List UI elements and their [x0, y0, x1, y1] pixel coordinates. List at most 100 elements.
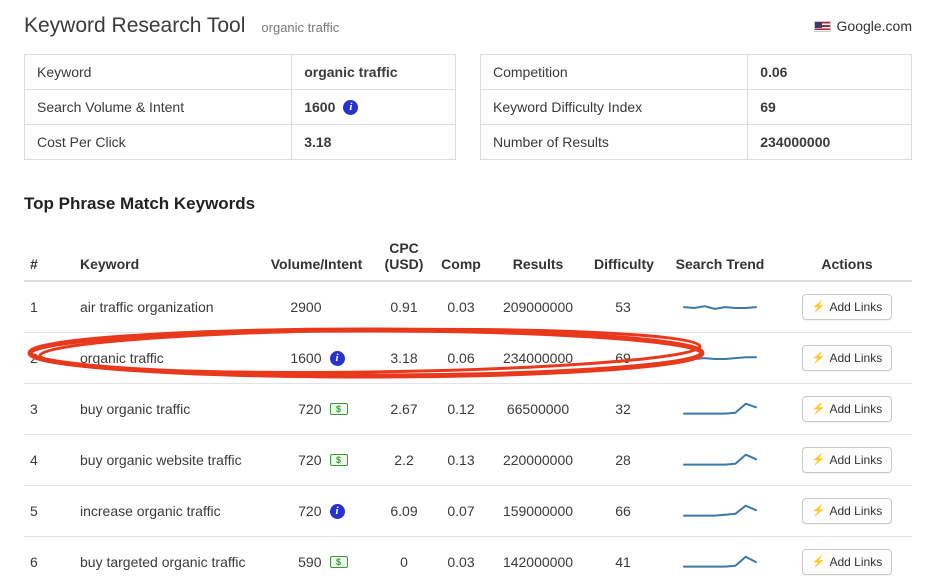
add-links-button[interactable]: ⚡ Add Links	[802, 549, 892, 575]
row-number: 4	[24, 435, 74, 486]
add-links-label: Add Links	[830, 351, 883, 365]
phrase-match-keywords-table: # Keyword Volume/Intent CPC (USD) Comp R…	[24, 232, 912, 584]
search-trend-sparkline	[678, 448, 762, 472]
volume-intent-cell: 590 $	[259, 537, 374, 584]
keyword-summary: Keyword organic traffic Search Volume & …	[24, 54, 912, 160]
commercial-intent-icon[interactable]: $	[330, 556, 348, 568]
search-trend-sparkline	[678, 397, 762, 421]
results-cell: 142000000	[488, 537, 588, 584]
lightning-bolt-icon: ⚡	[812, 353, 826, 364]
volume-intent-cell: 720 i	[259, 486, 374, 537]
table-row: 6 buy targeted organic traffic 590 $ 0 0…	[24, 537, 912, 584]
commercial-intent-icon[interactable]: $	[330, 454, 348, 466]
competition-cell: 0.07	[434, 486, 488, 537]
add-links-button[interactable]: ⚡ Add Links	[802, 498, 892, 524]
volume-intent-cell: 720 $	[259, 384, 374, 435]
difficulty-cell: 66	[588, 486, 658, 537]
col-header-actions: Actions	[782, 232, 912, 281]
section-title: Top Phrase Match Keywords	[24, 194, 912, 214]
results-cell: 234000000	[488, 333, 588, 384]
col-header-comp: Comp	[434, 232, 488, 281]
table-row: 4 buy organic website traffic 720 $ 2.2 …	[24, 435, 912, 486]
summary-label: Keyword	[25, 55, 292, 90]
lightning-bolt-icon: ⚡	[812, 302, 826, 313]
add-links-label: Add Links	[830, 504, 883, 518]
add-links-button[interactable]: ⚡ Add Links	[802, 294, 892, 320]
search-trend-sparkline	[678, 295, 762, 319]
keyword-research-page: Keyword Research Tool organic traffic Go…	[0, 0, 936, 584]
intent-icon-slot: i	[330, 504, 354, 519]
summary-row: Cost Per Click 3.18	[25, 125, 456, 160]
summary-value: 0.06	[748, 55, 912, 90]
difficulty-cell: 32	[588, 384, 658, 435]
info-icon[interactable]: i	[330, 504, 345, 519]
col-header-number: #	[24, 232, 74, 281]
cpc-cell: 0.91	[374, 281, 434, 333]
summary-label: Keyword Difficulty Index	[481, 90, 748, 125]
lightning-bolt-icon: ⚡	[812, 404, 826, 415]
volume-intent-cell: 2900	[259, 281, 374, 333]
add-links-button[interactable]: ⚡ Add Links	[802, 396, 892, 422]
summary-label: Search Volume & Intent	[25, 90, 292, 125]
difficulty-cell: 41	[588, 537, 658, 584]
col-header-keyword: Keyword	[74, 232, 259, 281]
keyword-cell: buy organic website traffic	[74, 435, 259, 486]
keyword-cell: air traffic organization	[74, 281, 259, 333]
search-engine-selector: Google.com	[814, 18, 912, 34]
results-cell: 159000000	[488, 486, 588, 537]
table-row: 5 increase organic traffic 720 i 6.09 0.…	[24, 486, 912, 537]
competition-cell: 0.12	[434, 384, 488, 435]
summary-table-left: Keyword organic traffic Search Volume & …	[24, 54, 456, 160]
search-trend-cell	[658, 384, 782, 435]
cpc-cell: 3.18	[374, 333, 434, 384]
intent-icon-slot: $	[330, 403, 354, 415]
cpc-cell: 6.09	[374, 486, 434, 537]
add-links-label: Add Links	[830, 300, 883, 314]
summary-value: organic traffic	[292, 55, 456, 90]
summary-row: Competition 0.06	[481, 55, 912, 90]
summary-label: Competition	[481, 55, 748, 90]
summary-label: Number of Results	[481, 125, 748, 160]
volume-intent-cell: 720 $	[259, 435, 374, 486]
summary-value: 1600i	[292, 90, 456, 125]
search-trend-sparkline	[678, 346, 762, 370]
table-row: 1 air traffic organization 2900 0.91 0.0…	[24, 281, 912, 333]
summary-table-right: Competition 0.06 Keyword Difficulty Inde…	[480, 54, 912, 160]
row-number: 3	[24, 384, 74, 435]
keyword-cell: buy targeted organic traffic	[74, 537, 259, 584]
actions-cell: ⚡ Add Links	[782, 384, 912, 435]
row-number: 1	[24, 281, 74, 333]
info-icon[interactable]: i	[330, 351, 345, 366]
lightning-bolt-icon: ⚡	[812, 506, 826, 517]
summary-label: Cost Per Click	[25, 125, 292, 160]
keyword-cell: buy organic traffic	[74, 384, 259, 435]
difficulty-cell: 53	[588, 281, 658, 333]
col-header-search-trend: Search Trend	[658, 232, 782, 281]
add-links-label: Add Links	[830, 453, 883, 467]
lightning-bolt-icon: ⚡	[812, 557, 826, 568]
us-flag-icon	[814, 21, 831, 32]
actions-cell: ⚡ Add Links	[782, 435, 912, 486]
competition-cell: 0.03	[434, 281, 488, 333]
actions-cell: ⚡ Add Links	[782, 486, 912, 537]
difficulty-cell: 69	[588, 333, 658, 384]
col-header-volume-intent: Volume/Intent	[259, 232, 374, 281]
summary-value: 3.18	[292, 125, 456, 160]
summary-row: Number of Results 234000000	[481, 125, 912, 160]
commercial-intent-icon[interactable]: $	[330, 403, 348, 415]
search-trend-cell	[658, 537, 782, 584]
add-links-label: Add Links	[830, 402, 883, 416]
results-cell: 209000000	[488, 281, 588, 333]
search-trend-sparkline	[678, 550, 762, 574]
col-header-cpc: CPC (USD)	[374, 232, 434, 281]
page-header: Keyword Research Tool organic traffic Go…	[0, 0, 936, 38]
add-links-button[interactable]: ⚡ Add Links	[802, 345, 892, 371]
row-number: 2	[24, 333, 74, 384]
add-links-button[interactable]: ⚡ Add Links	[802, 447, 892, 473]
table-row: 2 organic traffic 1600 i 3.18 0.06 23400…	[24, 333, 912, 384]
summary-value: 234000000	[748, 125, 912, 160]
info-icon[interactable]: i	[343, 100, 358, 115]
search-trend-sparkline	[678, 499, 762, 523]
cpc-cell: 0	[374, 537, 434, 584]
row-number: 6	[24, 537, 74, 584]
